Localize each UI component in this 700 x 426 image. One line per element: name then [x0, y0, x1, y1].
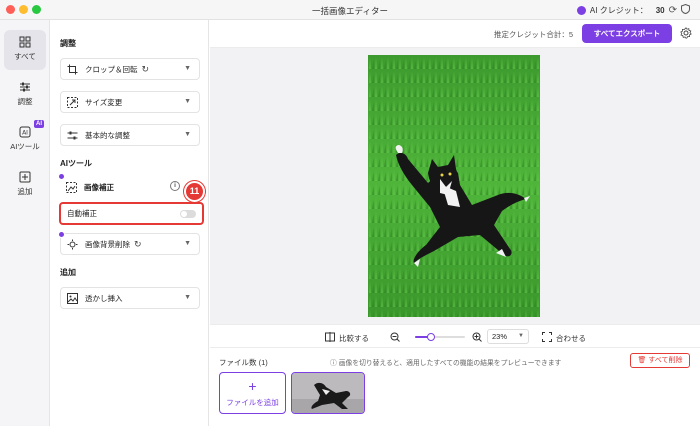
rail-item-add[interactable]: 追加 — [4, 165, 46, 205]
zoom-slider[interactable] — [415, 333, 465, 341]
crop-icon — [67, 64, 78, 75]
rotate-icon: ↻ — [141, 63, 150, 74]
estimated-credits: 推定クレジット合計：5 — [494, 29, 573, 40]
compare-button[interactable]: 比較する — [325, 332, 369, 344]
zoom-bar: 比較する 23% ▼ 合わせる — [210, 324, 700, 348]
resize-icon — [67, 96, 78, 108]
tool-panel: 調整 クロップ＆回転 ↻ ▼ サイズ変更 ▼ 基本的な調整 ▼ AIツール 画像… — [50, 20, 209, 426]
add-file-button[interactable]: + ファイルを追加 — [219, 372, 286, 414]
compare-label: 比較する — [339, 333, 369, 343]
app-window: 一括画像エディター AI クレジット： 30 ⟳ すべて 調整 AI AI AI… — [0, 0, 700, 426]
trash-icon: 🗑 — [637, 357, 647, 364]
ai-feature-dot — [58, 231, 65, 238]
watermark-icon — [67, 292, 78, 304]
preview-image — [368, 55, 540, 317]
files-hint: ⓘ 画像を切り替えると、適用したすべての機能の結果をプレビューできます — [330, 357, 561, 367]
file-thumbnail[interactable] — [291, 372, 365, 414]
rail-item-label: 調整 — [17, 97, 33, 106]
chevron-down-icon: ▼ — [184, 65, 191, 72]
zoom-select[interactable]: 23% ▼ — [487, 329, 529, 344]
add-box-icon — [19, 171, 31, 183]
chevron-down-icon: ▼ — [184, 240, 191, 247]
bg-remove-button[interactable]: 画像背景削除 ↻ ▼ — [58, 231, 200, 255]
rail-item-ai-tools[interactable]: AI AI AIツール — [4, 120, 46, 160]
sliders-icon — [20, 82, 30, 92]
preview-canvas — [210, 48, 700, 324]
chevron-down-icon: ▼ — [518, 333, 524, 339]
rail-item-adjust[interactable]: 調整 — [4, 75, 46, 115]
ai-credit-icon — [576, 5, 586, 15]
add-section-title: 追加 — [60, 268, 76, 277]
watermark-label: 透かし挿入 — [85, 293, 123, 303]
enhance-header[interactable]: 画像補正 i — [60, 175, 200, 199]
files-hint-text: 画像を切り替えると、適用したすべての機能の結果をプレビューできます — [338, 360, 562, 367]
title-bar: 一括画像エディター AI クレジット： 30 ⟳ — [0, 0, 700, 20]
zoom-slider-handle[interactable] — [427, 333, 436, 341]
compare-icon — [325, 332, 335, 344]
estimated-credits-label: 推定クレジット合計： — [493, 30, 569, 39]
ai-tools-section-title: AIツール — [60, 159, 92, 168]
rail-item-label: AIツール — [10, 142, 40, 151]
estimated-credits-value: 5 — [568, 30, 573, 39]
step-number-badge: 11 — [184, 181, 205, 202]
info-icon: ⓘ — [330, 360, 337, 367]
plus-icon: + — [248, 378, 257, 394]
files-area: ファイル数 (1) ⓘ 画像を切り替えると、適用したすべての機能の結果をプレビュ… — [210, 348, 700, 426]
info-icon[interactable]: i — [170, 181, 180, 191]
adjust-section-title: 調整 — [60, 39, 76, 48]
add-file-label: ファイルを追加 — [226, 398, 279, 407]
crop-rotate-button[interactable]: クロップ＆回転 ↻ ▼ — [60, 58, 200, 80]
resize-button[interactable]: サイズ変更 ▼ — [60, 91, 200, 113]
bg-remove-label: 画像背景削除 — [85, 239, 130, 249]
delete-all-label: すべて削除 — [648, 357, 683, 364]
rotate-icon: ↻ — [134, 238, 142, 249]
zoom-out-icon[interactable] — [390, 332, 400, 342]
rail-item-label: すべて — [14, 52, 36, 61]
ai-credit: AI クレジット： 30 ⟳ — [576, 3, 690, 16]
refresh-credit-icon[interactable]: ⟳ — [669, 5, 677, 16]
basic-adjust-button[interactable]: 基本的な調整 ▼ — [60, 124, 200, 146]
chevron-down-icon: ▼ — [184, 294, 191, 301]
enhance-label: 画像補正 — [84, 182, 114, 192]
watermark-button[interactable]: 透かし挿入 ▼ — [60, 287, 200, 309]
chevron-down-icon: ▼ — [184, 131, 191, 138]
delete-all-button[interactable]: 🗑 すべて削除 — [630, 353, 690, 368]
fit-button[interactable]: 合わせる — [542, 332, 586, 344]
fit-label: 合わせる — [556, 333, 586, 343]
auto-enhance-label: 自動補正 — [67, 209, 97, 218]
enhance-card: 画像補正 i 自動補正 — [58, 173, 204, 225]
resize-label: サイズ変更 — [85, 97, 123, 107]
left-rail: すべて 調整 AI AI AIツール 追加 — [0, 20, 50, 426]
basic-adjust-label: 基本的な調整 — [85, 130, 130, 140]
chevron-down-icon: ▼ — [184, 98, 191, 105]
ai-credit-value: 30 — [655, 5, 665, 15]
export-all-button[interactable]: すべてエクスポート — [582, 24, 672, 43]
crop-rotate-label: クロップ＆回転 — [85, 64, 138, 74]
rail-item-all[interactable]: すべて — [4, 30, 46, 70]
rail-item-label: 追加 — [17, 187, 33, 196]
ai-icon: AI — [19, 126, 31, 138]
zoom-value: 23% — [492, 332, 508, 341]
auto-enhance-row: 自動補正 — [59, 202, 204, 225]
svg-text:AI: AI — [22, 130, 28, 137]
gear-icon[interactable] — [680, 27, 692, 39]
fit-icon — [542, 332, 552, 344]
grid-icon — [19, 36, 31, 48]
shield-icon[interactable] — [681, 3, 690, 16]
file-count: ファイル数 (1) — [219, 358, 268, 367]
sliders-icon — [67, 130, 78, 141]
bg-remove-icon — [67, 239, 78, 250]
zoom-in-icon[interactable] — [472, 332, 482, 342]
auto-enhance-toggle[interactable] — [180, 210, 196, 218]
main-toolbar: 推定クレジット合計：5 すべてエクスポート — [210, 20, 700, 48]
ai-badge: AI — [34, 120, 44, 128]
ai-credit-label: AI クレジット： — [589, 5, 648, 15]
enhance-icon — [66, 181, 77, 193]
